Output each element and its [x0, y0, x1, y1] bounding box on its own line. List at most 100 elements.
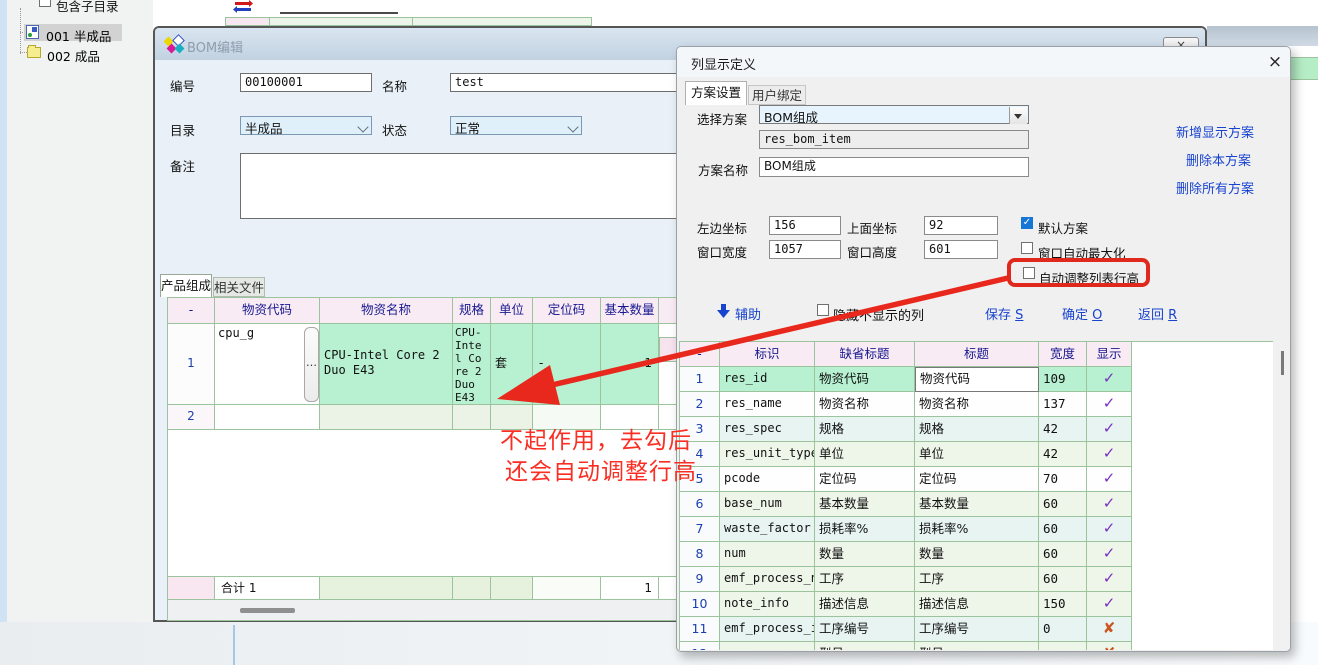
- hide-hidden-columns-checkbox[interactable]: [817, 304, 829, 316]
- visible-toggle[interactable]: ✓: [1087, 517, 1132, 542]
- row-number: 2: [680, 392, 720, 417]
- window-height-label: 窗口高度: [847, 242, 897, 261]
- save-link[interactable]: 保存 S: [985, 304, 1023, 323]
- config-row[interactable]: 2 res_name 物资名称 物资名称 137 ✓: [680, 392, 1132, 417]
- visible-toggle[interactable]: ✘: [1087, 642, 1132, 650]
- row-number: 7: [680, 517, 720, 542]
- title-cell[interactable]: 描述信息: [915, 592, 1039, 617]
- horizontal-scrollbar[interactable]: [168, 600, 679, 621]
- dropdown-button[interactable]: [1009, 107, 1027, 124]
- annotation-highlight-box: [1007, 258, 1150, 287]
- config-row[interactable]: 6 base_num 基本数量 基本数量 60 ✓: [680, 492, 1132, 517]
- assist-link[interactable]: 辅助: [735, 304, 761, 323]
- left-coord-input[interactable]: 156: [769, 216, 841, 235]
- col-header-title[interactable]: 标题: [915, 342, 1039, 367]
- title-cell[interactable]: 定位码: [915, 467, 1039, 492]
- field-id: base_num: [720, 492, 815, 517]
- visible-toggle[interactable]: ✓: [1087, 367, 1132, 392]
- title-cell[interactable]: 单位: [915, 442, 1039, 467]
- code-input[interactable]: 00100001: [240, 73, 372, 92]
- column-dialog-titlebar[interactable]: 列显示定义 ×: [677, 47, 1290, 77]
- return-link[interactable]: 返回 R: [1138, 304, 1177, 323]
- title-edit-cell[interactable]: 物资代码: [915, 367, 1039, 392]
- catalog-select[interactable]: 半成品: [240, 116, 372, 135]
- visible-toggle[interactable]: ✓: [1087, 467, 1132, 492]
- visible-toggle[interactable]: ✓: [1087, 442, 1132, 467]
- tab-product-composition[interactable]: 产品组成: [160, 274, 212, 297]
- scrollbar-thumb[interactable]: [1281, 351, 1284, 375]
- add-scheme-link[interactable]: 新增显示方案: [1176, 122, 1254, 141]
- col-header-width[interactable]: 宽度: [1039, 342, 1087, 367]
- scheme-select[interactable]: BOM组成: [759, 105, 1029, 124]
- config-row[interactable]: 9 emf_process_name 工序 工序 60 ✓: [680, 567, 1132, 592]
- title-cell[interactable]: 基本数量: [915, 492, 1039, 517]
- auto-maximize-checkbox[interactable]: [1021, 242, 1033, 254]
- col-header-rowmark[interactable]: -: [680, 342, 720, 367]
- config-row[interactable]: 12 型号 型号 ✘: [680, 642, 1132, 650]
- visible-toggle[interactable]: ✓: [1087, 542, 1132, 567]
- scrollbar-thumb[interactable]: [240, 608, 295, 613]
- close-button[interactable]: ×: [1263, 52, 1287, 74]
- bom-total-row: 合计 1 1: [168, 576, 679, 600]
- default-scheme-checkbox[interactable]: ✓: [1021, 217, 1033, 229]
- tree-item-product[interactable]: 002 成品: [47, 46, 100, 65]
- ok-link[interactable]: 确定 O: [1062, 304, 1102, 323]
- window-width-input[interactable]: 1057: [769, 240, 841, 259]
- config-row[interactable]: 1 res_id 物资代码 物资代码 109 ✓: [680, 367, 1132, 392]
- include-subdir-checkbox[interactable]: [39, 0, 51, 7]
- col-header-res-name[interactable]: 物资名称: [320, 298, 453, 324]
- config-row[interactable]: 3 res_spec 规格 规格 42 ✓: [680, 417, 1132, 442]
- bom-row-1[interactable]: 1 cpu_g … CPU-Intel Core 2 Duo E43 CPU-I…: [168, 324, 679, 405]
- tab-related-files[interactable]: 相关文件: [213, 277, 265, 297]
- tree-item-semi-product[interactable]: 001 半成品: [46, 26, 111, 45]
- top-coord-input[interactable]: 92: [924, 216, 998, 235]
- default-title: 描述信息: [815, 592, 915, 617]
- top-coord-label: 上面坐标: [847, 218, 897, 237]
- col-header-unit[interactable]: 单位: [491, 298, 533, 324]
- annotation-line-2: 还会自动调整行高: [505, 452, 697, 486]
- col-header-rowmark[interactable]: -: [168, 298, 215, 324]
- title-cell[interactable]: 工序编号: [915, 617, 1039, 642]
- title-cell[interactable]: 型号: [915, 642, 1039, 650]
- vertical-scrollbar[interactable]: [1274, 341, 1291, 649]
- visible-toggle[interactable]: ✓: [1087, 492, 1132, 517]
- bom-table-header: - 物资代码 物资名称 规格 单位 定位码 基本数量: [168, 298, 679, 324]
- save-text: 保存: [985, 308, 1011, 323]
- config-row[interactable]: 10 note_info 描述信息 描述信息 150 ✓: [680, 592, 1132, 617]
- width-value: 0: [1039, 617, 1087, 642]
- visible-toggle[interactable]: ✓: [1087, 592, 1132, 617]
- col-header-pcode[interactable]: 定位码: [533, 298, 601, 324]
- config-row[interactable]: 7 waste_factor 损耗率% 损耗率% 60 ✓: [680, 517, 1132, 542]
- col-header-default-title[interactable]: 缺省标题: [815, 342, 915, 367]
- sync-arrows-icon[interactable]: [233, 0, 253, 13]
- visible-toggle[interactable]: ✓: [1087, 567, 1132, 592]
- tab-scheme-settings[interactable]: 方案设置: [685, 81, 747, 105]
- visible-toggle[interactable]: ✓: [1087, 417, 1132, 442]
- lookup-ellipsis-button[interactable]: …: [304, 327, 319, 402]
- visible-toggle[interactable]: ✓: [1087, 392, 1132, 417]
- window-height-input[interactable]: 601: [924, 240, 998, 259]
- config-row[interactable]: 4 res_unit_type 单位 单位 42 ✓: [680, 442, 1132, 467]
- config-row[interactable]: 8 num 数量 数量 60 ✓: [680, 542, 1132, 567]
- col-header-base-num[interactable]: 基本数量: [601, 298, 659, 324]
- col-header-spec[interactable]: 规格: [453, 298, 491, 324]
- row-number: 1: [680, 367, 720, 392]
- note-textarea[interactable]: [240, 153, 712, 219]
- status-select[interactable]: 正常: [450, 116, 582, 135]
- bom-app-icon: [175, 44, 185, 54]
- scheme-name-input[interactable]: BOM组成: [759, 157, 1029, 177]
- title-cell[interactable]: 物资名称: [915, 392, 1039, 417]
- visible-toggle[interactable]: ✘: [1087, 617, 1132, 642]
- config-row[interactable]: 5 pcode 定位码 定位码 70 ✓: [680, 467, 1132, 492]
- col-header-res-code[interactable]: 物资代码: [215, 298, 320, 324]
- col-header-show[interactable]: 显示: [1087, 342, 1132, 367]
- title-cell[interactable]: 损耗率%: [915, 517, 1039, 542]
- config-row[interactable]: 11 emf_process_id 工序编号 工序编号 0 ✘: [680, 617, 1132, 642]
- col-header-identifier[interactable]: 标识: [720, 342, 815, 367]
- title-cell[interactable]: 规格: [915, 417, 1039, 442]
- delete-all-schemes-link[interactable]: 删除所有方案: [1176, 178, 1254, 197]
- delete-scheme-link[interactable]: 删除本方案: [1186, 150, 1251, 169]
- tab-user-binding[interactable]: 用户绑定: [748, 85, 806, 105]
- title-cell[interactable]: 工序: [915, 567, 1039, 592]
- title-cell[interactable]: 数量: [915, 542, 1039, 567]
